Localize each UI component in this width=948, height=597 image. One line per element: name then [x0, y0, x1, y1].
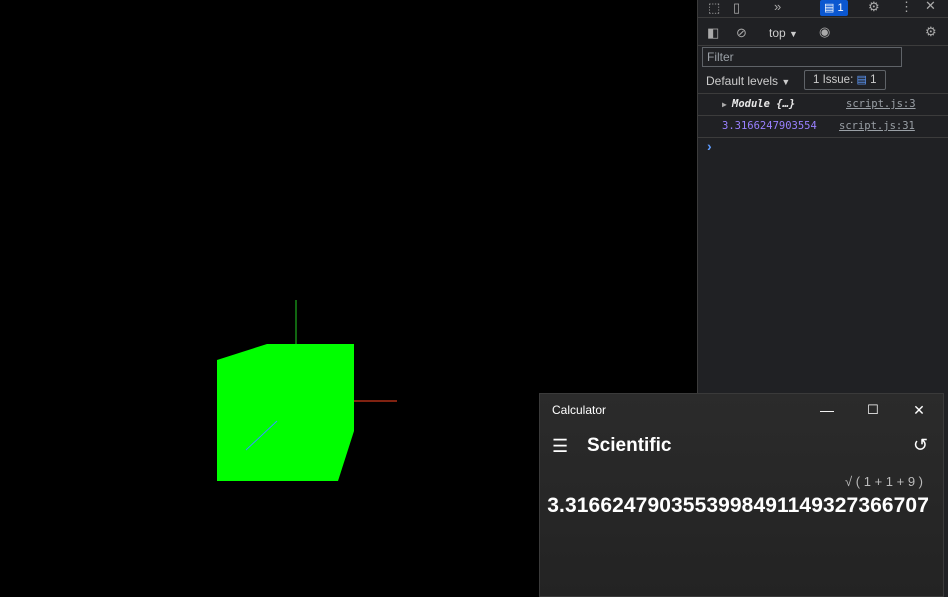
expand-triangle-icon[interactable]: ▶ [722, 94, 727, 115]
chevron-down-icon: ▼ [789, 29, 798, 39]
live-expression-eye-icon[interactable]: ◉ [819, 24, 830, 40]
calculator-mode-title: Scientific [587, 435, 672, 456]
context-selector-value: top [769, 26, 786, 40]
clear-console-icon[interactable]: ⊘ [736, 25, 747, 41]
expression-display: √ ( 1 + 1 + 9 ) [845, 474, 923, 489]
more-tabs-icon[interactable]: » [774, 0, 781, 15]
close-button[interactable]: ✕ [899, 398, 939, 422]
log-source-link[interactable]: script.js:3 [846, 94, 916, 115]
issues-button-count: 1 [870, 74, 877, 86]
inspect-element-icon[interactable]: ⬚ [708, 0, 720, 16]
calculator-window: Calculator — ☐ ✕ ☰ Scientific ↺ √ ( 1 + … [539, 393, 944, 597]
issues-button-label: 1 Issue: [813, 74, 854, 86]
window-title: Calculator [552, 403, 607, 417]
message-icon: ▤ [824, 2, 835, 14]
console-toolbar: ◧ ⊘ top ▼ ◉ ⚙ [698, 18, 948, 46]
log-levels-label: Default levels [706, 74, 779, 88]
device-toggle-icon[interactable]: ▯ [733, 0, 740, 16]
result-display: 3.3166247903553998491149327366707 [547, 494, 929, 517]
message-icon: ▤ [856, 74, 867, 86]
green-cube [217, 344, 354, 481]
console-log-row[interactable]: 3.3166247903554 script.js:31 [698, 116, 948, 138]
history-icon[interactable]: ↺ [913, 435, 928, 456]
console-settings-icon[interactable]: ⚙ [925, 24, 937, 40]
issues-button[interactable]: 1 Issue: ▤ 1 [804, 70, 886, 90]
log-levels-dropdown[interactable]: Default levels ▼ [706, 74, 790, 88]
settings-icon[interactable]: ⚙ [868, 0, 880, 15]
log-message: 3.3166247903554 [722, 120, 817, 132]
maximize-button[interactable]: ☐ [853, 398, 893, 422]
context-selector[interactable]: top ▼ [769, 26, 798, 40]
hamburger-menu-icon[interactable]: ☰ [552, 436, 568, 457]
minimize-button[interactable]: — [807, 398, 847, 422]
close-devtools-icon[interactable]: ✕ [925, 0, 936, 14]
log-message: Module {…} [732, 98, 796, 110]
issues-badge[interactable]: ▤ 1 [820, 0, 848, 16]
kebab-menu-icon[interactable]: ⋮ [900, 0, 913, 15]
devtools-main-toolbar: ⬚ ▯ » ▤ 1 ⚙ ⋮ ✕ [698, 0, 948, 18]
log-source-link[interactable]: script.js:31 [839, 116, 915, 137]
console-log-row[interactable]: ▶ Module {…} script.js:3 [698, 94, 948, 116]
sidebar-toggle-icon[interactable]: ◧ [707, 25, 719, 41]
issues-badge-count: 1 [837, 2, 844, 14]
chevron-down-icon: ▼ [781, 77, 791, 87]
console-prompt[interactable]: › [707, 138, 712, 154]
